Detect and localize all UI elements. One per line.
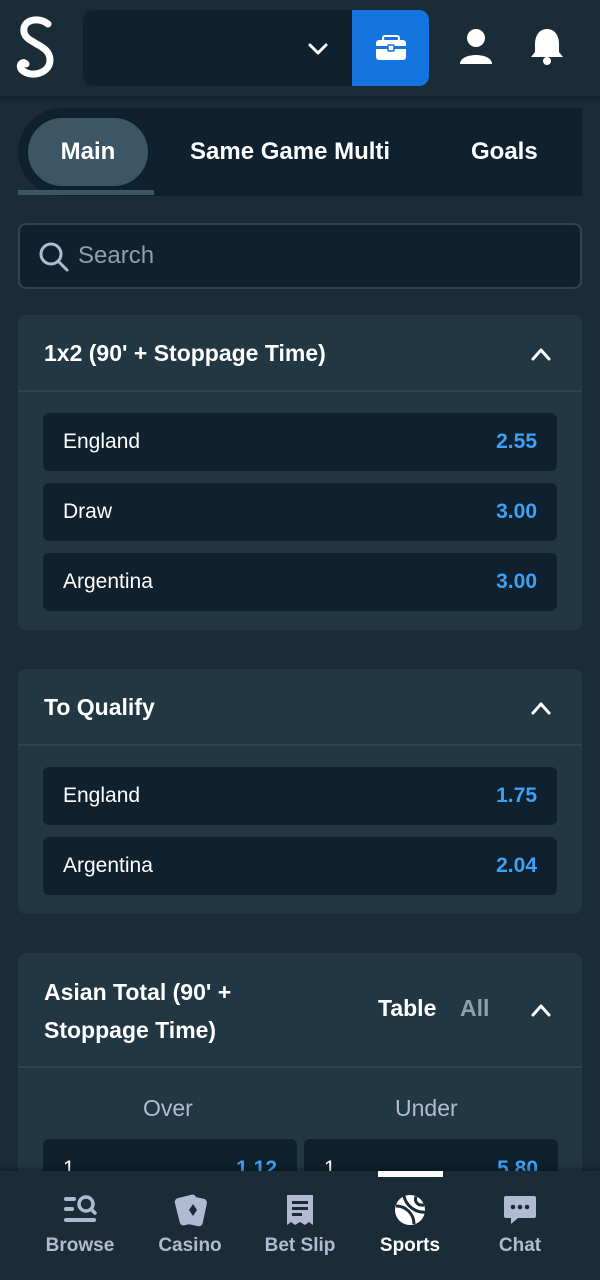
- bell-icon[interactable]: [528, 26, 566, 66]
- outcome-button[interactable]: England 1.75: [43, 767, 557, 825]
- wallet-button[interactable]: [352, 10, 429, 86]
- balance-selector[interactable]: [83, 10, 353, 86]
- outcome-name: Argentina: [63, 854, 153, 877]
- outcome-button[interactable]: Draw 3.00: [43, 483, 557, 541]
- chat-icon: [504, 1196, 536, 1224]
- tab-same-game-multi[interactable]: Same Game Multi: [190, 138, 390, 166]
- outcome-name: Argentina: [63, 570, 153, 593]
- nav-label: Chat: [498, 1235, 542, 1256]
- chevron-down-icon: [308, 43, 328, 55]
- nav-item-sports[interactable]: Sports: [355, 1171, 465, 1280]
- outcome-odds: 2.55: [496, 430, 537, 453]
- top-header: [0, 0, 600, 96]
- nav-label: Casino: [158, 1235, 222, 1256]
- search-icon: [39, 242, 69, 272]
- view-all-toggle[interactable]: All: [460, 995, 489, 1022]
- sports-icon: [395, 1195, 426, 1225]
- chevron-up-icon[interactable]: [530, 1000, 552, 1020]
- nav-item-casino[interactable]: Casino: [135, 1171, 245, 1280]
- outcome-odds: 1.75: [496, 784, 537, 807]
- nav-item-chat[interactable]: Chat: [465, 1171, 575, 1280]
- outcome-button[interactable]: Argentina 3.00: [43, 553, 557, 611]
- outcome-name: England: [63, 430, 141, 453]
- outcome-name: England: [63, 784, 141, 807]
- search-input[interactable]: [78, 235, 558, 277]
- bottom-navigation: Browse Casino Bet Slip Sports Chat: [0, 1171, 600, 1280]
- market-card-to-qualify: To Qualify England 1.75 Argentina 2.04: [18, 669, 582, 914]
- chevron-up-icon[interactable]: [530, 344, 552, 364]
- browse-icon: [64, 1195, 97, 1222]
- outcome-button[interactable]: England 2.55: [43, 413, 557, 471]
- market-title: Asian Total (90' + Stoppage Time): [44, 979, 232, 1043]
- user-icon[interactable]: [458, 28, 494, 66]
- nav-label: Browse: [45, 1235, 115, 1256]
- outcome-odds: 2.04: [496, 854, 537, 877]
- outcome-odds: 3.00: [496, 500, 537, 523]
- view-table-toggle[interactable]: Table: [378, 995, 436, 1022]
- search-box: [18, 223, 582, 289]
- market-tabs: Main Same Game Multi Goals: [18, 108, 582, 196]
- market-title: 1x2 (90' + Stoppage Time): [44, 340, 326, 366]
- market-header[interactable]: 1x2 (90' + Stoppage Time): [18, 315, 582, 392]
- tab-active-indicator: [18, 190, 154, 195]
- column-header-under: Under: [395, 1095, 458, 1121]
- bet-slip-icon: [287, 1195, 313, 1225]
- outcome-odds: 3.00: [496, 570, 537, 593]
- nav-item-bet-slip[interactable]: Bet Slip: [245, 1171, 355, 1280]
- chevron-up-icon[interactable]: [530, 698, 552, 718]
- market-title: To Qualify: [44, 694, 155, 720]
- nav-item-browse[interactable]: Browse: [25, 1171, 135, 1280]
- tab-goals[interactable]: Goals: [471, 138, 538, 166]
- tab-main-label: Main: [60, 138, 116, 165]
- column-header-over: Over: [143, 1095, 193, 1121]
- wallet-icon: [375, 35, 406, 60]
- market-header[interactable]: To Qualify: [18, 669, 582, 746]
- outcome-name: Draw: [63, 500, 113, 523]
- casino-icon: [174, 1194, 207, 1227]
- nav-label: Sports: [379, 1235, 441, 1256]
- nav-label: Bet Slip: [264, 1235, 336, 1256]
- market-card-1x2: 1x2 (90' + Stoppage Time) England 2.55 D…: [18, 315, 582, 630]
- brand-logo-icon[interactable]: [14, 14, 60, 80]
- outcome-button[interactable]: Argentina 2.04: [43, 837, 557, 895]
- tab-main[interactable]: Main: [28, 118, 148, 186]
- market-header[interactable]: Asian Total (90' + Stoppage Time) Table …: [18, 953, 582, 1068]
